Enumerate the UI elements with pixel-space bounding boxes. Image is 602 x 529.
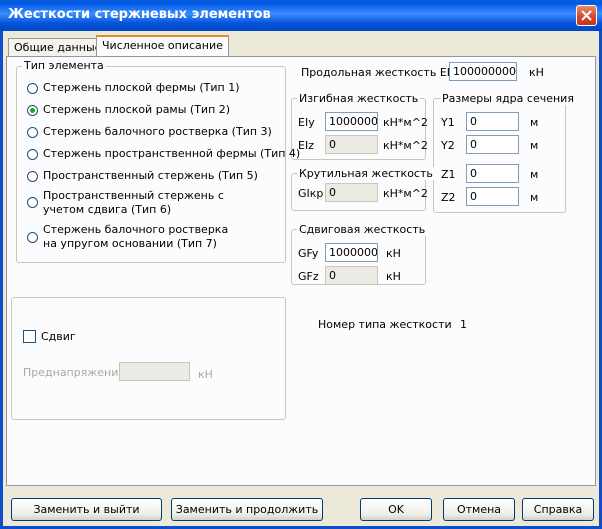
torsion-label: GIкр [298, 187, 324, 200]
replace-exit-button[interactable]: Заменить и выйти [11, 498, 162, 521]
elz-label: EIz [298, 139, 314, 152]
longitudinal-label: Продольная жесткость EF [301, 66, 454, 79]
prestress-label: Преднапряжение [23, 366, 126, 379]
shift-checkbox[interactable] [23, 330, 36, 343]
gfy-label: GFy [298, 247, 319, 260]
stiffness-type-value: 1 [460, 318, 467, 331]
radio-type-7[interactable] [27, 232, 38, 243]
torsion-unit: кН*м^2 [383, 187, 428, 200]
z2-unit: м [530, 191, 539, 204]
shift-label[interactable]: Сдвиг [41, 330, 76, 343]
shift-group [11, 297, 286, 420]
z2-label: Z2 [441, 191, 456, 204]
ely-unit: кН*м^2 [383, 116, 428, 129]
z1-unit: м [530, 168, 539, 181]
radio-type-3[interactable] [27, 127, 38, 138]
radio-type-6-label-line1[interactable]: Пространственный стержень с [43, 189, 224, 202]
z1-input[interactable]: 0 [466, 164, 519, 183]
radio-type-6[interactable] [27, 197, 38, 208]
radio-type-3-label[interactable]: Стержень балочного ростверка (Тип 3) [43, 125, 272, 138]
radio-type-5-label[interactable]: Пространственный стержень (Тип 5) [43, 169, 258, 182]
radio-type-7-label-line2[interactable]: на упругом основании (Тип 7) [43, 237, 217, 250]
radio-type-2-label[interactable]: Стержень плоской рамы (Тип 2) [43, 103, 230, 116]
tab-numeric[interactable]: Численное описание [96, 35, 229, 56]
prestress-input[interactable] [119, 362, 190, 381]
gfy-unit: кН [386, 247, 401, 260]
gfy-input[interactable]: 10000000 [325, 243, 378, 262]
ok-button[interactable]: OK [360, 498, 432, 521]
core-group-label: Размеры ядра сечения [440, 92, 576, 105]
prestress-unit: кН [198, 368, 213, 381]
y1-unit: м [530, 116, 539, 129]
ely-label: EIy [298, 116, 315, 129]
help-button[interactable]: Справка [522, 498, 594, 521]
longitudinal-input[interactable]: 1000000000 [449, 62, 517, 81]
torsion-input[interactable]: 0 [325, 183, 378, 202]
radio-type-2[interactable] [27, 105, 38, 116]
title-bar[interactable]: Жесткости стержневых элементов [0, 0, 602, 31]
y2-input[interactable]: 0 [466, 135, 519, 154]
replace-continue-button[interactable]: Заменить и продолжить [171, 498, 323, 521]
cancel-button[interactable]: Отмена [443, 498, 515, 521]
radio-type-5[interactable] [27, 171, 38, 182]
y2-unit: м [530, 139, 539, 152]
close-icon [581, 10, 592, 21]
radio-type-7-label-line1[interactable]: Стержень балочного ростверка [43, 223, 228, 236]
bending-group-label: Изгибная жесткость [297, 92, 421, 105]
stiffness-type-label: Номер типа жесткости [318, 318, 452, 331]
shear-group-label: Сдвиговая жесткость [297, 223, 428, 236]
tab-general[interactable]: Общие данные [8, 38, 108, 56]
gfz-input[interactable]: 0 [325, 266, 378, 285]
window-title: Жесткости стержневых элементов [8, 7, 271, 22]
gfz-unit: кН [386, 270, 401, 283]
longitudinal-unit: кН [529, 66, 544, 79]
z2-input[interactable]: 0 [466, 187, 519, 206]
element-type-group-label: Тип элемента [22, 59, 106, 72]
radio-type-4[interactable] [27, 149, 38, 160]
y1-label: Y1 [441, 116, 455, 129]
radio-type-1-label[interactable]: Стержень плоской фермы (Тип 1) [43, 81, 239, 94]
radio-type-4-label[interactable]: Стержень пространственной фермы (Тип 4) [43, 147, 300, 160]
z1-label: Z1 [441, 168, 456, 181]
close-button[interactable] [576, 5, 597, 26]
radio-type-1[interactable] [27, 83, 38, 94]
radio-type-6-label-line2[interactable]: учетом сдвига (Тип 6) [43, 203, 171, 216]
y2-label: Y2 [441, 139, 455, 152]
y1-input[interactable]: 0 [466, 112, 519, 131]
ely-input[interactable]: 10000000 [325, 112, 378, 131]
elz-unit: кН*м^2 [383, 139, 428, 152]
gfz-label: GFz [298, 270, 319, 283]
torsion-group-label: Крутильная жесткость [297, 167, 435, 180]
elz-input[interactable]: 0 [325, 135, 378, 154]
